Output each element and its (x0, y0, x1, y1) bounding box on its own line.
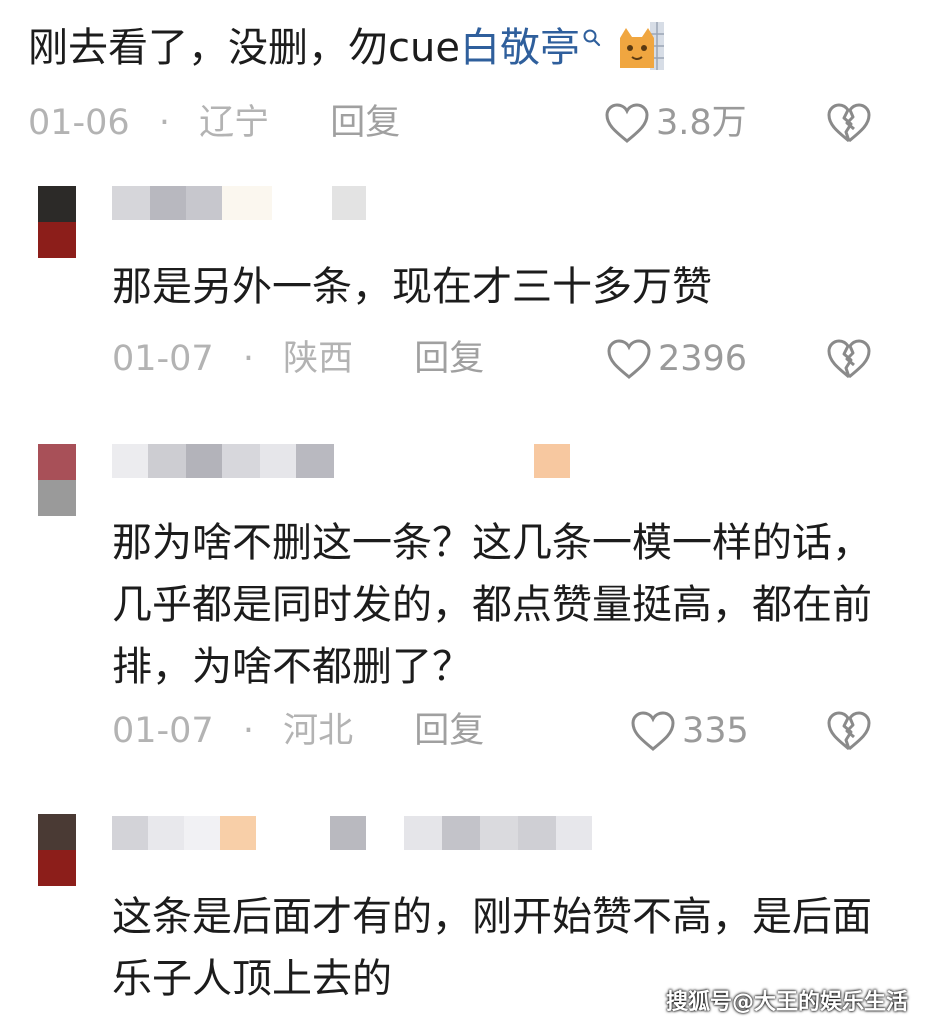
reply-meta: 01-07 · 河北 回复 (112, 706, 484, 756)
comment-location: 河北 (283, 711, 354, 751)
broken-heart-icon[interactable] (826, 710, 872, 752)
top-comment-text: 刚去看了，没删，勿cue (28, 25, 460, 71)
comment-location: 辽宁 (199, 103, 270, 143)
comment-date: 01-07 (112, 339, 214, 379)
like-button[interactable]: 335 (630, 706, 749, 756)
username-blurred[interactable] (112, 444, 570, 478)
reply-button[interactable]: 回复 (414, 339, 484, 379)
separator-dot: · (158, 103, 170, 143)
separator-dot: · (242, 339, 254, 379)
comment-date: 01-07 (112, 711, 214, 751)
avatar[interactable] (38, 814, 76, 886)
like-button[interactable]: 3.8万 (604, 98, 747, 148)
avatar[interactable] (38, 444, 76, 516)
top-comment-text-row: 刚去看了，没删，勿cue白敬亭 (28, 18, 668, 78)
reply-text: 那是另外一条，现在才三十多万赞 (112, 264, 712, 310)
separator-dot: · (242, 711, 254, 751)
cat-emoji-icon (619, 22, 664, 70)
top-comment-meta: 01-06 · 辽宁 回复 (28, 98, 400, 148)
broken-heart-icon[interactable] (826, 338, 872, 380)
username-blurred[interactable] (112, 816, 592, 850)
like-count: 3.8万 (656, 103, 747, 143)
broken-heart-icon[interactable] (826, 102, 872, 144)
reply-meta: 01-07 · 陕西 回复 (112, 334, 484, 384)
reply-button[interactable]: 回复 (414, 711, 484, 751)
reply-text: 那为啥不删这一条？这几条一模一样的话，几乎都是同时发的，都点赞量挺高，都在前排，… (112, 520, 872, 690)
like-button[interactable]: 2396 (606, 334, 747, 384)
heart-icon (631, 711, 675, 751)
like-count: 335 (682, 711, 749, 751)
avatar[interactable] (38, 186, 76, 258)
search-icon[interactable] (582, 28, 602, 48)
heart-icon (607, 339, 651, 379)
username-blurred[interactable] (112, 186, 366, 220)
reply-button[interactable]: 回复 (330, 103, 400, 143)
comment-date: 01-06 (28, 103, 130, 143)
watermark: 搜狐号@大王的娱乐生活 (665, 990, 908, 1015)
mention-link[interactable]: 白敬亭 (460, 25, 580, 71)
heart-icon (605, 103, 649, 143)
like-count: 2396 (658, 339, 748, 379)
comment-location: 陕西 (283, 339, 354, 379)
